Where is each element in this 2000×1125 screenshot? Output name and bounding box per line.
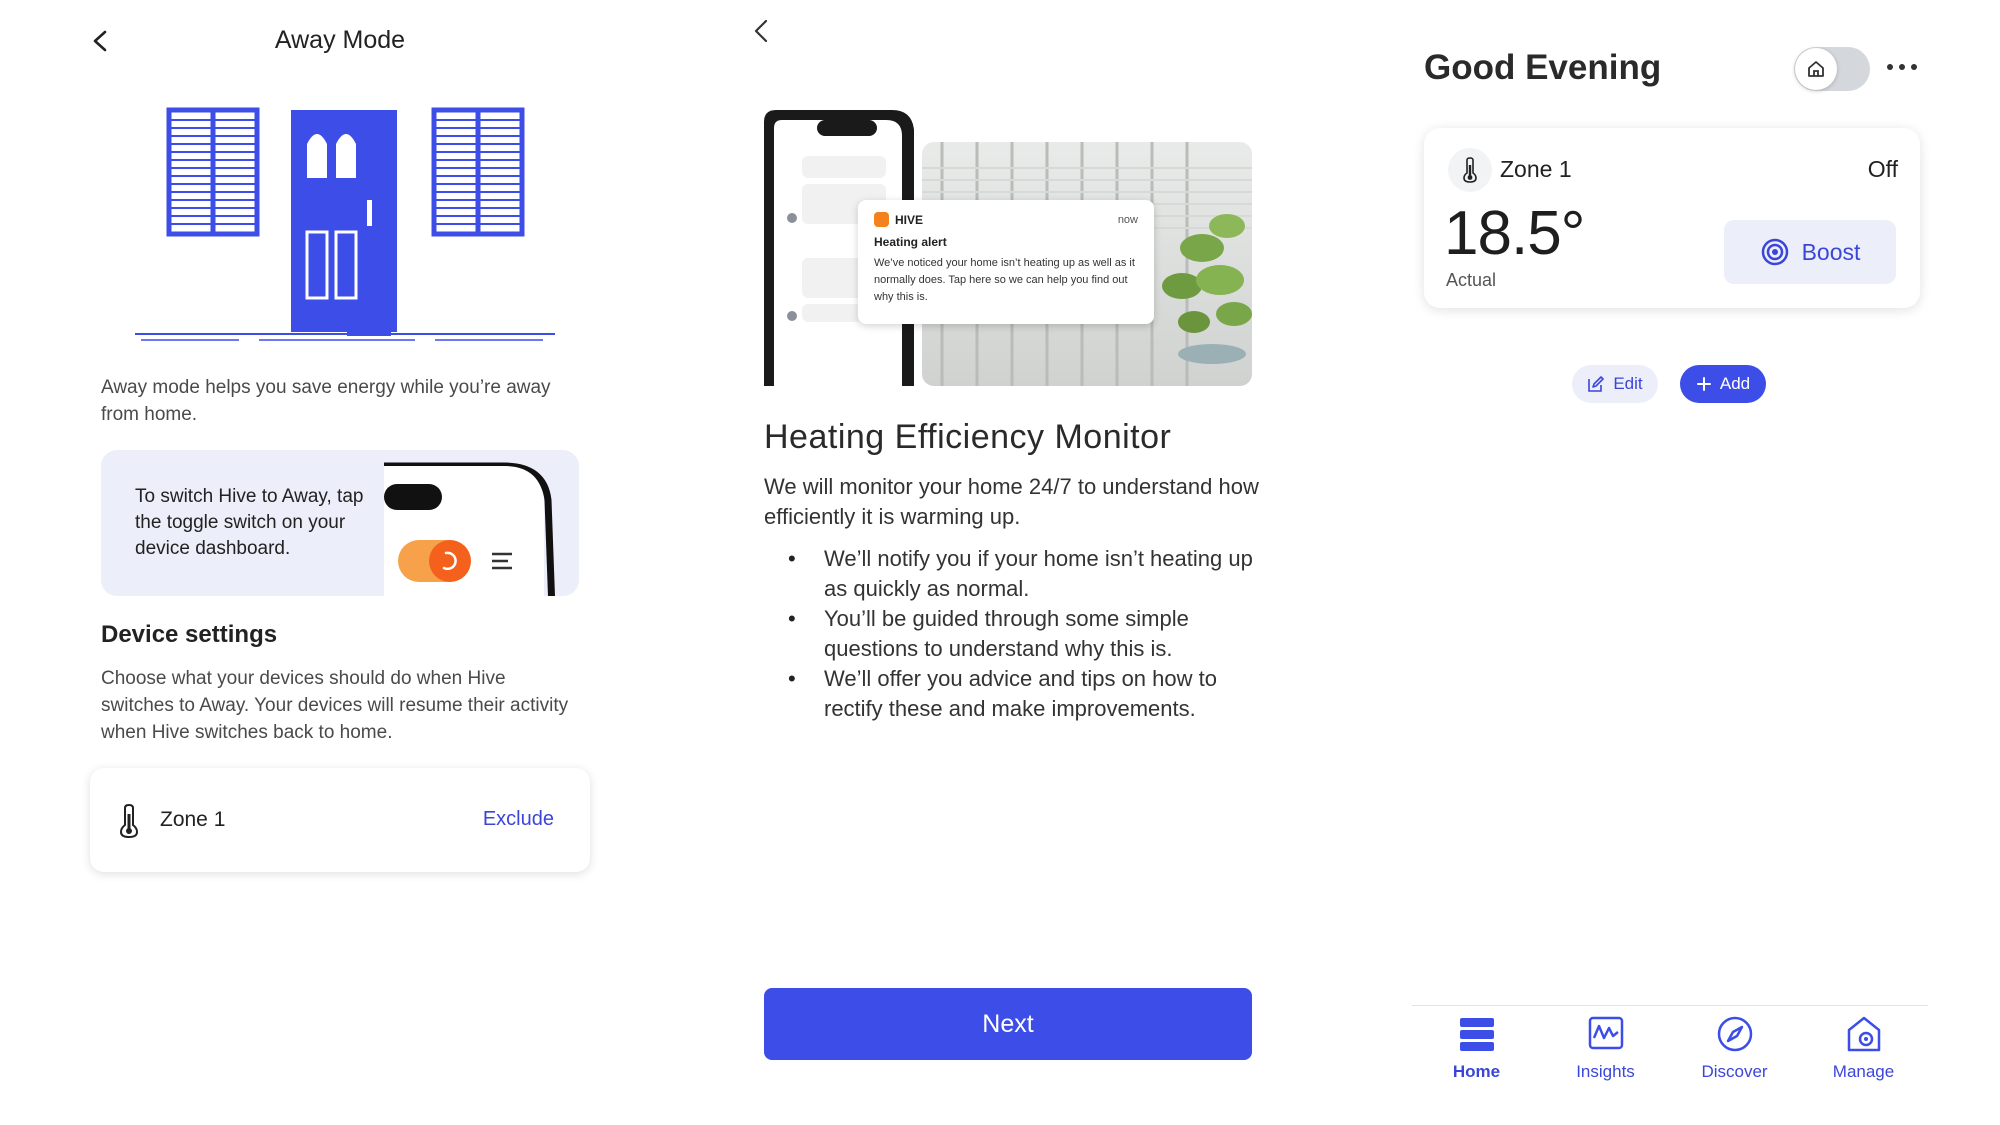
nav-label: Manage — [1832, 1062, 1895, 1081]
tip-card-text: To switch Hive to Away, tap the toggle s… — [135, 486, 364, 559]
chevron-left-icon — [93, 30, 107, 52]
edit-pencil-icon — [1588, 376, 1605, 392]
zone-name: Zone 1 — [160, 808, 226, 831]
nav-item-insights[interactable]: Insights — [1541, 1012, 1670, 1112]
boost-target-icon — [1761, 238, 1788, 266]
thermometer-icon — [119, 804, 139, 838]
phone-toggle-illustration — [384, 462, 555, 596]
current-temperature: 18.5° — [1444, 199, 1585, 268]
boost-label: Boost — [1801, 238, 1861, 265]
more-options-button[interactable] — [1882, 52, 1922, 82]
zone-name: Zone 1 — [1500, 156, 1572, 182]
nav-item-manage[interactable]: Manage — [1799, 1012, 1928, 1112]
bottom-nav-divider — [1412, 1005, 1928, 1006]
next-button[interactable]: Next — [764, 988, 1252, 1060]
boost-button[interactable]: Boost — [1724, 220, 1896, 284]
compass-icon — [1717, 1016, 1752, 1052]
page-title: Away Mode — [274, 26, 406, 54]
notification-app-name: HIVE — [895, 212, 924, 227]
nav-item-home[interactable]: Home — [1412, 1012, 1541, 1112]
zone-card[interactable]: Zone 1 Off 18.5° Actual Boost — [1424, 128, 1920, 308]
away-mode-toggle[interactable] — [1794, 47, 1870, 91]
toggle-knob — [1795, 48, 1837, 90]
page-title: Heating Efficiency Monitor — [764, 418, 1172, 456]
thermometer-icon — [1463, 157, 1477, 183]
plus-icon — [1696, 377, 1711, 391]
nav-label: Insights — [1576, 1062, 1635, 1081]
add-button[interactable]: Add — [1680, 365, 1766, 403]
away-mode-description: Away mode helps you save energy while yo… — [101, 377, 551, 425]
heating-alert-hero-image: HIVE now Heating alert We’ve noticed you… — [762, 108, 1252, 386]
intro-text: We will monitor your home 24/7 to unders… — [764, 474, 1259, 529]
list-item: We’ll notify you if your home isn’t heat… — [788, 544, 1258, 604]
back-button[interactable] — [86, 26, 116, 56]
nav-item-discover[interactable]: Discover — [1670, 1012, 1799, 1112]
away-mode-illustration — [135, 107, 555, 341]
zone-icon-badge — [1448, 148, 1492, 192]
more-dots-icon — [1887, 64, 1917, 70]
list-item: We’ll offer you advice and tips on how t… — [788, 664, 1258, 724]
feature-list: We’ll notify you if your home isn’t heat… — [788, 544, 1258, 724]
nav-label: Discover — [1701, 1062, 1768, 1081]
temperature-label: Actual — [1446, 270, 1497, 290]
home-icon — [1808, 61, 1824, 77]
heating-alert-notification: HIVE now Heating alert We’ve noticed you… — [858, 200, 1154, 324]
bottom-navigation: Home Insights Discover Manage — [1412, 1012, 1928, 1112]
device-settings-description: Choose what your devices should do when … — [101, 668, 569, 743]
insights-chart-icon — [1588, 1016, 1623, 1050]
device-settings-heading: Device settings — [101, 621, 278, 648]
add-label: Add — [1719, 374, 1751, 393]
house-gear-icon — [1847, 1016, 1880, 1052]
away-toggle-tip-card: To switch Hive to Away, tap the toggle s… — [101, 450, 579, 596]
list-item: You’ll be guided through some simple que… — [788, 604, 1258, 664]
nav-label: Home — [1452, 1062, 1501, 1081]
edit-button[interactable]: Edit — [1572, 365, 1658, 403]
back-button[interactable] — [748, 16, 776, 46]
greeting-heading: Good Evening — [1424, 48, 1662, 87]
zone-settings-card: Zone 1 Exclude — [90, 768, 590, 872]
notification-title: Heating alert — [874, 235, 947, 249]
home-stack-icon — [1459, 1018, 1494, 1051]
zone-status: Off — [1867, 156, 1898, 182]
notification-time: now — [1117, 213, 1138, 226]
notification-body: We’ve noticed your home isn’t heating up… — [874, 257, 1135, 303]
exclude-link[interactable]: Exclude — [483, 808, 554, 831]
edit-label: Edit — [1613, 374, 1643, 393]
hive-app-icon — [874, 212, 889, 227]
chevron-left-icon — [754, 19, 768, 43]
